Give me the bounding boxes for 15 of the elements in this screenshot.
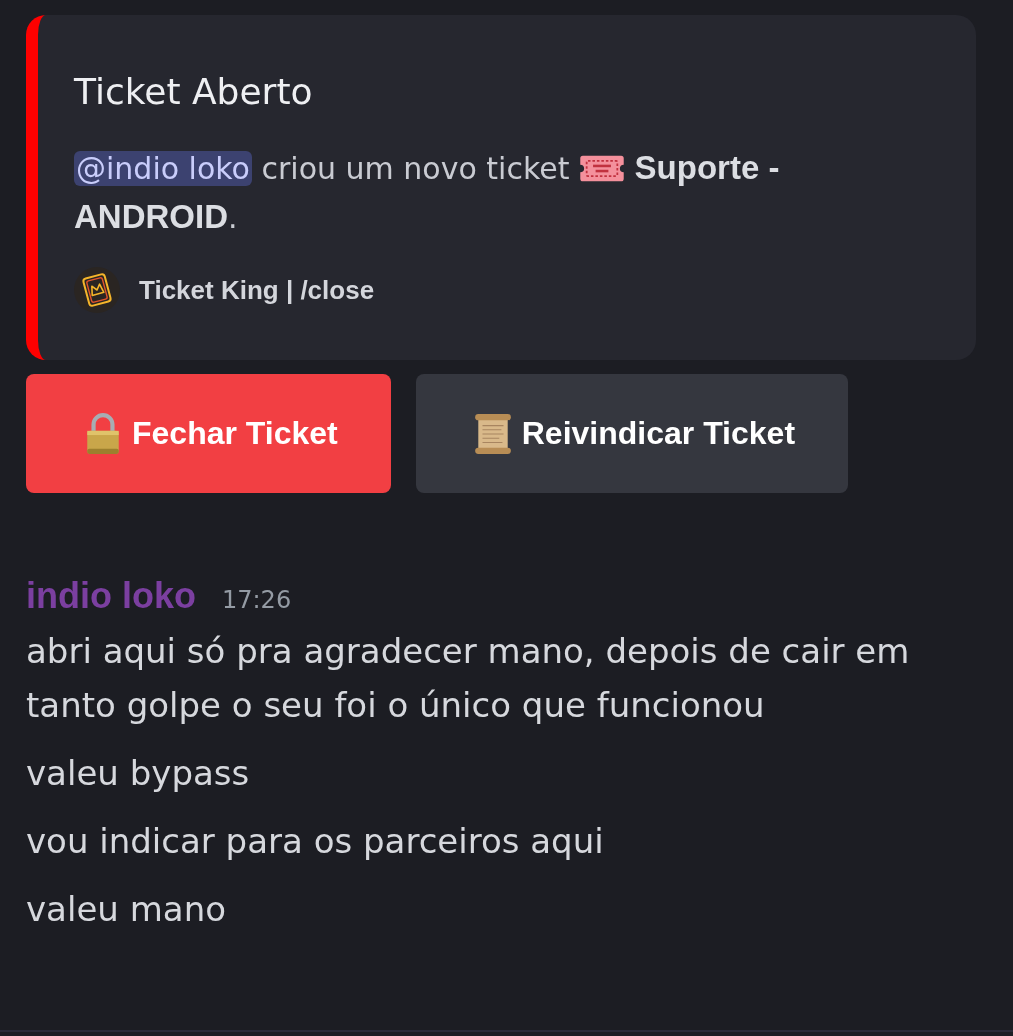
message-timestamp: 17:26 bbox=[222, 586, 292, 614]
padlock-icon bbox=[84, 412, 122, 455]
message-text: valeu bypass bbox=[26, 752, 251, 795]
user-mention[interactable]: @indio loko bbox=[74, 151, 252, 186]
message-text: valeu mano bbox=[26, 888, 227, 931]
message-text: vou indicar para os parceiros aqui bbox=[26, 820, 605, 863]
embed-title: Ticket Aberto bbox=[74, 70, 314, 114]
message-text: abri aqui só pra agradecer mano, depois de cair em tanto golpe o seu foi o único que funcionou bbox=[26, 630, 911, 727]
close-ticket-button[interactable]: Fechar Ticket bbox=[26, 374, 391, 493]
ticket-icon bbox=[579, 153, 625, 184]
embed-footer-text: Ticket King | /close bbox=[139, 274, 375, 306]
avatar-icon bbox=[74, 267, 120, 313]
scroll-icon bbox=[473, 412, 512, 455]
embed-description: @indio loko criou um novo ticket Suporte - ANDROID. bbox=[74, 148, 781, 237]
claim-ticket-button[interactable]: Reivindicar Ticket bbox=[415, 374, 849, 493]
